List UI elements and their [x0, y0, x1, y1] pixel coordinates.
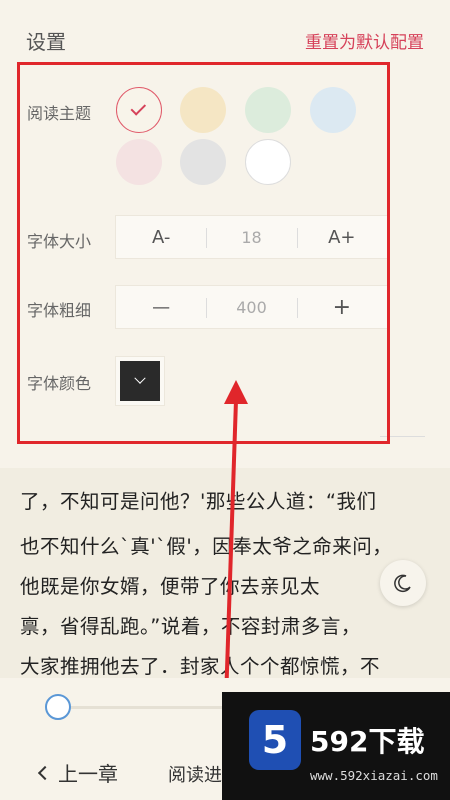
settings-title: 设置	[26, 30, 66, 54]
chevron-down-icon	[134, 372, 146, 384]
font-size-label: 字体大小	[27, 232, 92, 251]
theme-option-yellow[interactable]	[180, 87, 226, 133]
divider	[380, 436, 425, 437]
font-weight-value: 400	[206, 286, 296, 328]
font-weight-increase-button[interactable]: +	[296, 286, 387, 328]
chevron-left-icon	[37, 765, 53, 780]
font-size-value: 18	[206, 216, 296, 258]
site-watermark: 5 592下载 www.592xiazai.com	[222, 692, 450, 800]
font-color-picker[interactable]	[115, 356, 165, 406]
watermark-logo: 5	[249, 710, 301, 770]
settings-panel: 设置 重置为默认配置 阅读主题 字体大小 A- 18 A+ 字体粗细 — 400…	[0, 0, 450, 468]
font-weight-control: — 400 +	[115, 285, 388, 329]
reading-progress-button[interactable]: 阅读进	[168, 761, 222, 787]
theme-option-gray[interactable]	[180, 139, 226, 185]
theme-option-green[interactable]	[245, 87, 291, 133]
night-mode-button[interactable]	[380, 560, 426, 606]
prev-chapter-button[interactable]: 上一章	[37, 758, 118, 787]
font-color-swatch	[120, 361, 160, 401]
settings-header: 设置 重置为默认配置	[0, 0, 450, 60]
font-size-control: A- 18 A+	[115, 215, 388, 259]
font-size-increase-button[interactable]: A+	[296, 216, 387, 258]
reset-defaults-button[interactable]: 重置为默认配置	[305, 28, 424, 53]
font-weight-decrease-button[interactable]: —	[116, 286, 206, 328]
font-size-decrease-button[interactable]: A-	[116, 216, 206, 258]
moon-icon	[394, 574, 411, 593]
theme-option-default[interactable]	[116, 87, 162, 133]
reading-line: 禀，省得乱跑。”说着，不容封肃多言，	[20, 615, 361, 638]
check-icon	[130, 100, 147, 116]
watermark-title: 592下载	[310, 725, 425, 758]
chapter-progress-track[interactable]	[58, 706, 228, 709]
reading-line: 也不知什么`真'`假'，因奉太爷之命来问，	[20, 535, 393, 558]
reading-line: 了，不知可是问他？'那些公人道：“我们	[20, 490, 377, 513]
watermark-url: www.592xiazai.com	[310, 768, 438, 783]
prev-chapter-label: 上一章	[58, 762, 118, 786]
theme-option-pink[interactable]	[116, 139, 162, 185]
font-color-label: 字体颜色	[27, 374, 92, 393]
theme-option-white[interactable]	[245, 139, 291, 185]
chapter-progress-knob[interactable]	[45, 694, 71, 720]
theme-option-blue[interactable]	[310, 87, 356, 133]
font-weight-label: 字体粗细	[27, 301, 92, 320]
reading-line: 大家推拥他去了．封家人个个都惊慌，不	[20, 655, 381, 678]
reading-line: 他既是你女婿，便带了你去亲见太	[20, 575, 321, 598]
theme-label: 阅读主题	[27, 104, 92, 123]
